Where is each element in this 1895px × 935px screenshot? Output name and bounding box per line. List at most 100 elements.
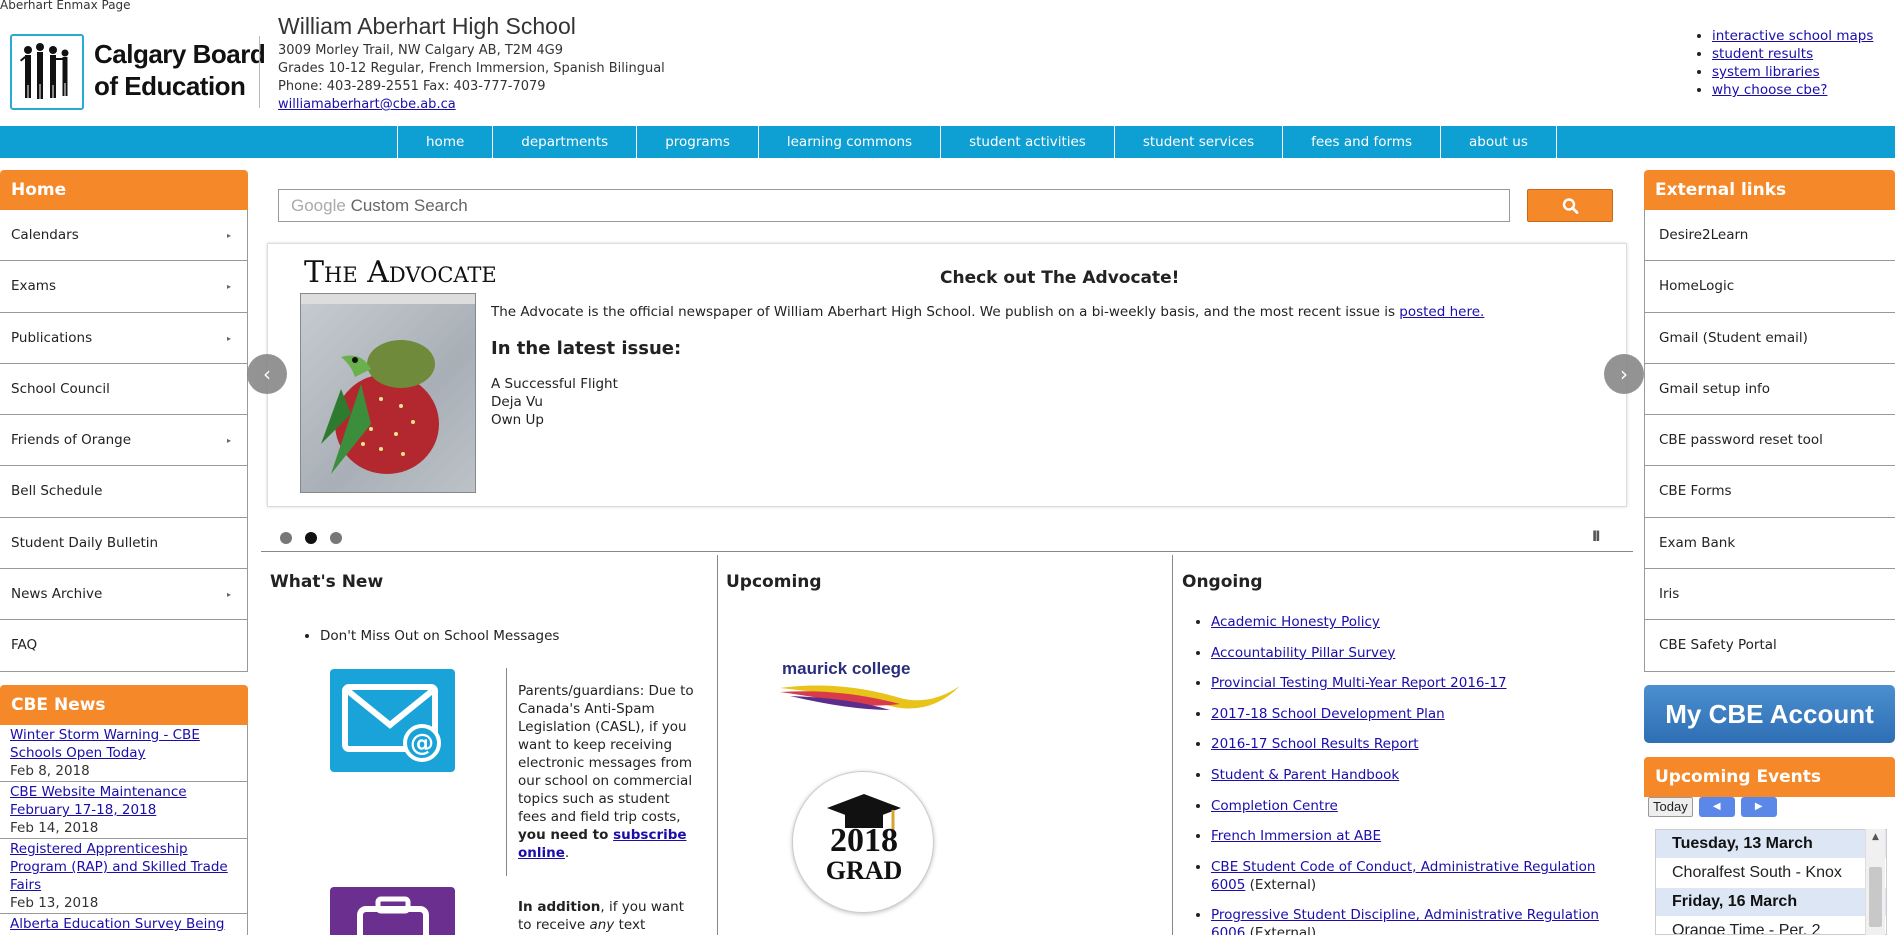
top-link-item[interactable]: interactive school maps xyxy=(1712,27,1873,45)
upcoming-events-panel: Upcoming Events xyxy=(1644,757,1895,797)
news-item: Winter Storm Warning - CBE Schools Open … xyxy=(0,725,248,782)
ongoing-link[interactable]: Completion Centre xyxy=(1211,798,1338,814)
today-button[interactable]: Today xyxy=(1648,797,1693,817)
chevron-right-icon: ▸ xyxy=(226,282,231,292)
news-link[interactable]: CBE Website Maintenance February 17-18, … xyxy=(10,784,187,818)
top-link-item[interactable]: system libraries xyxy=(1712,63,1873,81)
cbe-news-title: CBE News xyxy=(0,685,248,725)
external-link-item[interactable]: CBE Forms xyxy=(1644,466,1895,518)
left-menu-item[interactable]: Friends of Orange ▸ xyxy=(0,415,248,467)
grad-2018-badge[interactable]: 2018 GRAD xyxy=(792,771,934,913)
svg-text:@: @ xyxy=(410,729,434,757)
issue-item: A Successful Flight xyxy=(491,376,618,392)
external-note: (External) xyxy=(1245,925,1317,935)
chevron-right-icon: ▸ xyxy=(226,436,231,446)
ongoing-item: Progressive Student Discipline, Administ… xyxy=(1211,906,1627,935)
top-link-item[interactable]: why choose cbe? xyxy=(1712,81,1873,99)
nav-departments[interactable]: departments xyxy=(492,126,636,158)
external-link-item[interactable]: CBE password reset tool xyxy=(1644,415,1895,467)
search-input[interactable]: Google Custom Search xyxy=(278,189,1510,222)
scroll-up-icon[interactable]: ▲ xyxy=(1866,829,1885,845)
pause-icon[interactable]: II xyxy=(1592,529,1601,545)
link-student-results[interactable]: student results xyxy=(1712,46,1813,62)
external-link-item[interactable]: Exam Bank xyxy=(1644,517,1895,570)
link-school-maps[interactable]: interactive school maps xyxy=(1712,28,1873,44)
left-menu-item[interactable]: News Archive ▸ xyxy=(0,569,248,621)
briefcase-icon xyxy=(330,887,455,935)
external-link-item[interactable]: Desire2Learn xyxy=(1644,210,1895,262)
news-link[interactable]: Alberta Education Survey Being Mailed to… xyxy=(10,916,229,935)
school-email-link[interactable]: williamaberhart@cbe.ab.ca xyxy=(278,97,456,112)
column-divider xyxy=(1172,555,1173,935)
ongoing-item: Academic Honesty Policy xyxy=(1211,613,1627,631)
left-menu-item[interactable]: Publications ▸ xyxy=(0,312,248,364)
carousel-dot[interactable] xyxy=(330,532,342,544)
left-menu-item[interactable]: FAQ xyxy=(0,620,248,672)
school-address: 3009 Morley Trail, NW Calgary AB, T2M 4G… xyxy=(278,43,564,58)
maurick-college-text: maurick college xyxy=(782,659,911,678)
nav-student-services[interactable]: student services xyxy=(1113,126,1282,158)
left-menu-item[interactable]: School Council xyxy=(0,363,248,416)
event-day: Friday, 16 March xyxy=(1656,888,1886,916)
nav-programs[interactable]: programs xyxy=(636,126,758,158)
enmax-page-link[interactable]: Aberhart Enmax Page xyxy=(0,0,131,12)
carousel-next-icon[interactable]: › xyxy=(1604,354,1644,394)
nav-learning-commons[interactable]: learning commons xyxy=(757,126,940,158)
carousel-prev-icon[interactable]: ‹ xyxy=(247,354,287,394)
nav-about-us[interactable]: about us xyxy=(1440,126,1557,158)
news-date: Feb 14, 2018 xyxy=(10,820,99,836)
ongoing-link[interactable]: Accountability Pillar Survey xyxy=(1211,645,1395,661)
ongoing-item: Student & Parent Handbook xyxy=(1211,766,1627,784)
carousel-dot[interactable] xyxy=(280,532,292,544)
left-menu-item[interactable]: Bell Schedule xyxy=(0,466,248,518)
nav-home[interactable]: home xyxy=(397,126,492,158)
ongoing-link[interactable]: Student & Parent Handbook xyxy=(1211,767,1399,783)
link-why-choose-cbe[interactable]: why choose cbe? xyxy=(1712,82,1827,98)
nav-student-activities[interactable]: student activities xyxy=(940,126,1114,158)
ongoing-item: Completion Centre xyxy=(1211,797,1627,815)
news-link[interactable]: Registered Apprenticeship Program (RAP) … xyxy=(10,841,228,893)
ongoing-link[interactable]: 2016-17 School Results Report xyxy=(1211,736,1419,752)
news-item: Alberta Education Survey Being Mailed to… xyxy=(0,914,248,935)
left-menu-title[interactable]: Home xyxy=(0,170,248,210)
ongoing-link[interactable]: French Immersion at ABE xyxy=(1211,828,1381,844)
news-link[interactable]: Winter Storm Warning - CBE Schools Open … xyxy=(10,727,200,761)
cbe-logo-icon[interactable] xyxy=(10,34,84,110)
ongoing-link[interactable]: Academic Honesty Policy xyxy=(1211,614,1380,630)
slide-heading: Check out The Advocate! xyxy=(940,268,1180,288)
carousel-dot-active[interactable] xyxy=(305,532,317,544)
search-placeholder: Custom Search xyxy=(350,196,468,215)
external-link-item[interactable]: Gmail (Student email) xyxy=(1644,312,1895,364)
calendar-prev-icon[interactable]: ◀ xyxy=(1698,797,1735,817)
advocate-link[interactable]: posted here. xyxy=(1399,304,1484,320)
event-day: Tuesday, 13 March xyxy=(1656,830,1886,858)
slide-text: The Advocate is the official newspaper o… xyxy=(491,304,1485,320)
search-button[interactable] xyxy=(1527,189,1613,222)
whats-new-item: Don't Miss Out on School Messages xyxy=(320,628,559,644)
external-link-item[interactable]: Gmail setup info xyxy=(1644,363,1895,416)
ongoing-link[interactable]: Provincial Testing Multi-Year Report 201… xyxy=(1211,675,1507,691)
link-system-libraries[interactable]: system libraries xyxy=(1712,64,1820,80)
left-menu-item[interactable]: Calendars ▸ xyxy=(0,210,248,262)
cbe-logo-text[interactable]: Calgary Board of Education xyxy=(94,38,266,102)
external-link-item[interactable]: CBE Safety Portal xyxy=(1644,620,1895,672)
nav-fees-and-forms[interactable]: fees and forms xyxy=(1282,126,1440,158)
ongoing-item: French Immersion at ABE xyxy=(1211,827,1627,845)
event-item[interactable]: Orange Time - Per. 2 xyxy=(1656,916,1886,934)
news-date: Feb 13, 2018 xyxy=(10,895,99,911)
my-cbe-account-button[interactable]: My CBE Account xyxy=(1644,685,1895,743)
left-menu-item[interactable]: Student Daily Bulletin xyxy=(0,517,248,570)
external-link-item[interactable]: Iris xyxy=(1644,569,1895,621)
external-link-item[interactable]: HomeLogic xyxy=(1644,261,1895,313)
whats-new-list: Don't Miss Out on School Messages xyxy=(298,628,559,644)
scroll-thumb[interactable] xyxy=(1869,867,1882,927)
content-divider xyxy=(261,551,1633,552)
events-scrollbar[interactable]: ▲ xyxy=(1865,829,1885,935)
event-item[interactable]: Choralfest South - Knox xyxy=(1656,858,1886,888)
external-note: (External) xyxy=(1245,876,1317,893)
top-link-item[interactable]: student results xyxy=(1712,45,1873,63)
ongoing-link[interactable]: 2017-18 School Development Plan xyxy=(1211,706,1445,722)
advocate-cover-image[interactable] xyxy=(300,293,476,493)
left-menu-item[interactable]: Exams ▸ xyxy=(0,261,248,313)
calendar-next-icon[interactable]: ▶ xyxy=(1740,797,1777,817)
